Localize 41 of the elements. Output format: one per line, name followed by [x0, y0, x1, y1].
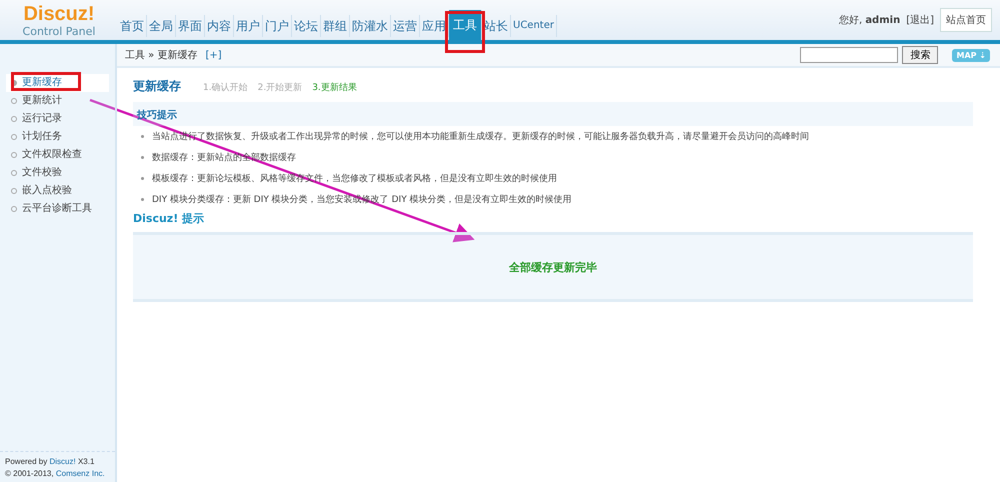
nav-tab[interactable]: 论坛 [292, 15, 321, 37]
brand-link[interactable]: Discuz! [49, 457, 76, 466]
nav-tab[interactable]: 首页 [118, 15, 147, 37]
user-greeting: 您好, admin [838, 14, 900, 27]
nav-tab[interactable]: UCenter [511, 15, 557, 37]
notice-message: 全部缓存更新完毕 [509, 260, 597, 274]
nav-tab[interactable]: 用户 [234, 15, 263, 37]
nav-tab[interactable]: 门户 [263, 15, 292, 37]
page-title: 更新缓存 [133, 78, 181, 95]
step-label: 3.更新结果 [312, 82, 357, 94]
nav-tab[interactable]: 群组 [321, 15, 350, 37]
nav-tab[interactable]: 内容 [205, 15, 234, 37]
powered-by-text: Powered by [5, 457, 48, 466]
search-button[interactable]: 搜索 [902, 46, 938, 64]
site-home-button[interactable]: 站点首页 [940, 8, 992, 32]
nav-tab[interactable]: 工具 [449, 10, 482, 40]
expand-toggle[interactable]: [+] [205, 50, 222, 60]
sidebar-item[interactable]: 运行记录 [0, 110, 115, 128]
nav-tab[interactable]: 运营 [391, 15, 420, 37]
step-label: 1.确认开始 [203, 82, 248, 94]
sidebar-item[interactable]: 文件权限检查 [0, 146, 115, 164]
logout-link[interactable]: [退出] [906, 13, 934, 27]
company-link[interactable]: Comsenz Inc. [56, 469, 105, 478]
version-text: X3.1 [78, 457, 94, 466]
nav-tab[interactable]: 全局 [147, 15, 176, 37]
breadcrumb: 工具 » 更新缓存 [125, 48, 198, 62]
logo-subtitle: Control Panel [22, 26, 96, 36]
highlight-box [445, 11, 485, 53]
highlight-box [11, 72, 81, 91]
logo-text: Discuz! [23, 4, 95, 24]
sidebar-item[interactable]: 云平台诊断工具 [0, 200, 115, 218]
sidebar-item[interactable]: 文件校验 [0, 164, 115, 182]
step-label: 2.开始更新 [258, 82, 302, 94]
copyright-text: © 2001-2013, [5, 469, 54, 478]
sidebar-item[interactable]: 嵌入点校验 [0, 182, 115, 200]
nav-tab[interactable]: 防灌水 [350, 15, 391, 37]
sidebar-item[interactable]: 计划任务 [0, 128, 115, 146]
search-field[interactable] [800, 47, 898, 63]
sidebar-item[interactable]: 更新统计 [0, 92, 115, 110]
nav-tab[interactable]: 界面 [176, 15, 205, 37]
notice-title: Discuz! 提示 [133, 211, 206, 226]
